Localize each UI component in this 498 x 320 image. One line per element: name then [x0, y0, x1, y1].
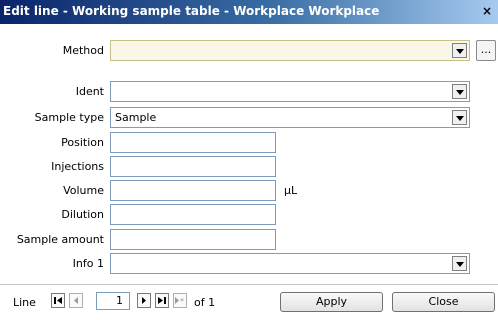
method-dropdown-button[interactable] — [452, 43, 467, 58]
info1-combobox[interactable] — [110, 253, 470, 274]
new-record-button[interactable]: * — [173, 293, 187, 308]
volume-input[interactable] — [110, 180, 276, 201]
sample-amount-label: Sample amount — [16, 233, 104, 246]
info1-dropdown-button[interactable] — [452, 256, 467, 271]
title-bar: Edit line - Working sample table - Workp… — [0, 0, 498, 24]
sample-type-label: Sample type — [34, 111, 104, 124]
dilution-label: Dilution — [61, 208, 104, 221]
last-record-icon — [158, 297, 166, 304]
method-combobox[interactable] — [110, 40, 470, 61]
record-count: of 1 — [194, 296, 216, 309]
injections-input[interactable] — [110, 156, 276, 177]
close-button[interactable]: Close — [392, 292, 495, 312]
previous-record-icon — [74, 297, 78, 304]
position-input[interactable] — [110, 132, 276, 153]
ident-label: Ident — [75, 85, 104, 98]
ident-combobox[interactable] — [110, 81, 470, 102]
first-record-icon — [54, 297, 62, 304]
chevron-down-icon — [456, 116, 464, 121]
apply-button[interactable]: Apply — [280, 292, 383, 312]
dilution-input[interactable] — [110, 204, 276, 225]
footer-divider — [0, 284, 498, 285]
chevron-down-icon — [456, 262, 464, 267]
injections-label: Injections — [51, 160, 104, 173]
sample-type-value: Sample — [115, 111, 157, 124]
info1-label: Info 1 — [72, 257, 104, 270]
method-browse-button[interactable]: ... — [476, 40, 496, 61]
line-label: Line — [13, 296, 36, 309]
previous-record-button[interactable] — [69, 293, 83, 308]
current-line-input[interactable]: 1 — [96, 292, 130, 310]
sample-type-dropdown-button[interactable] — [452, 110, 467, 125]
ident-dropdown-button[interactable] — [452, 84, 467, 99]
svg-text:*: * — [180, 297, 184, 306]
chevron-down-icon — [456, 49, 464, 54]
sample-type-combobox[interactable]: Sample — [110, 107, 470, 128]
method-label: Method — [62, 44, 104, 57]
close-icon[interactable]: × — [479, 4, 495, 19]
sample-amount-input[interactable] — [110, 229, 276, 250]
next-record-icon — [142, 297, 146, 304]
next-record-button[interactable] — [137, 293, 151, 308]
edit-line-dialog: Edit line - Working sample table - Workp… — [0, 0, 498, 320]
chevron-down-icon — [456, 90, 464, 95]
first-record-button[interactable] — [51, 293, 65, 308]
position-label: Position — [61, 136, 104, 149]
volume-label: Volume — [63, 184, 104, 197]
volume-unit: µL — [284, 184, 298, 197]
new-record-icon: * — [175, 297, 184, 306]
window-title: Edit line - Working sample table - Workp… — [3, 4, 380, 18]
last-record-button[interactable] — [155, 293, 169, 308]
